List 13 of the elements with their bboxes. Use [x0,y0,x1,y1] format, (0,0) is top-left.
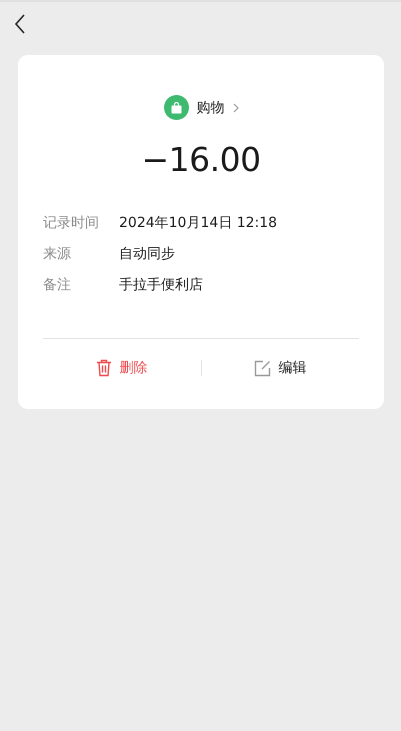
edit-button[interactable]: 编辑 [202,358,359,378]
detail-value: 手拉手便利店 [119,276,203,294]
detail-label: 记录时间 [43,214,100,232]
edit-icon [254,360,272,376]
detail-value: 自动同步 [119,244,175,262]
chevron-icon [232,102,238,112]
category-link[interactable]: 购物 [164,95,238,120]
detail-value: 2024年10月14日 12:18 [119,214,278,232]
detail-label: 备注 [43,276,72,294]
trash-icon [96,359,112,377]
detail-label: 来源 [43,244,72,262]
delete-button[interactable]: 删除 [43,358,200,378]
amount: −16.00 [140,140,262,179]
